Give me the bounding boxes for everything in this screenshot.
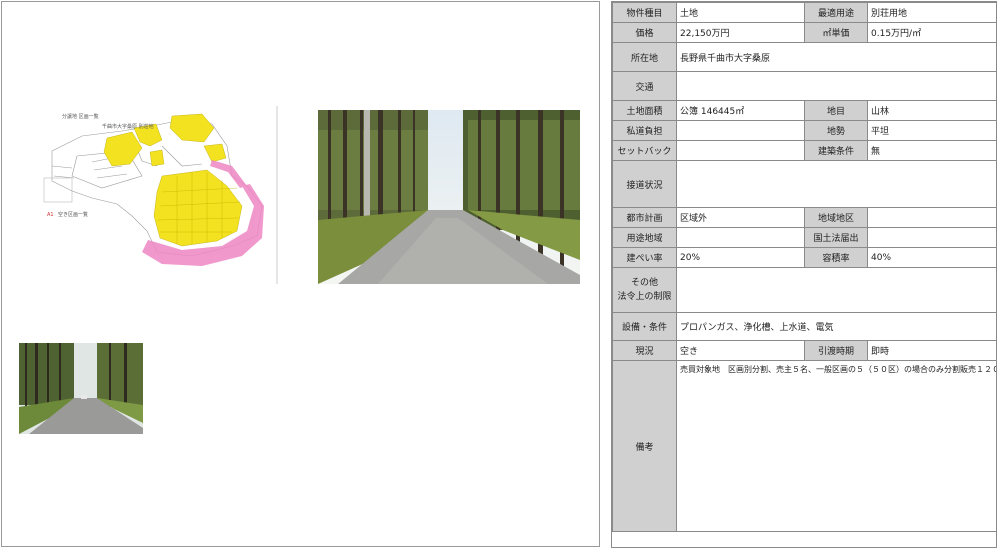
unit-price-value: 0.15万円/㎡	[867, 22, 997, 43]
svg-text:千曲市大字桑原 別荘地: 千曲市大字桑原 別荘地	[102, 123, 154, 130]
district-value	[867, 207, 997, 228]
handover-label: 引渡時期	[804, 340, 868, 361]
remarks-value: 売買対象地 区画別分割、売主５名、一般区画の５（５０区）の場合のみ分割販売１２０…	[676, 360, 997, 532]
price-value: 22,150万円	[676, 22, 805, 43]
private-road-label: 私道負担	[612, 120, 677, 141]
coverage-value: 20%	[676, 247, 805, 268]
use-zone-value	[676, 227, 805, 248]
best-use-label: 最適用途	[804, 2, 868, 23]
floor-ratio-value: 40%	[867, 247, 997, 268]
property-spec-table: 物件種目 土地 最適用途 別荘用地 価格 22,150万円 ㎡単価 0.15万円…	[612, 2, 997, 532]
district-label: 地域地区	[804, 207, 868, 228]
other-restrictions-label-line2: 法令上の制限	[617, 292, 672, 302]
facilities-label: 設備・条件	[612, 312, 677, 341]
location-label: 所在地	[612, 42, 677, 72]
svg-text:分譲地 区画一覧: 分譲地 区画一覧	[62, 113, 99, 120]
setback-label: セットバック	[612, 140, 677, 161]
unit-price-label: ㎡単価	[804, 22, 868, 43]
remarks-label: 備考	[612, 360, 677, 532]
svg-text:A1: A1	[47, 212, 54, 218]
use-zone-label: 用途地域	[612, 227, 677, 248]
property-type-label: 物件種目	[612, 2, 677, 23]
land-law-label: 国土法届出	[804, 227, 868, 248]
price-label: 価格	[612, 22, 677, 43]
location-value: 長野県千曲市大字桑原	[676, 42, 997, 72]
terrain-value: 平坦	[867, 120, 997, 141]
land-law-value	[867, 227, 997, 248]
building-condition-value: 無	[867, 140, 997, 161]
photo-panel: 分譲地 区画一覧 千曲市大字桑原 別荘地 A1 空き区画一覧	[1, 1, 600, 547]
current-status-value: 空き	[676, 340, 805, 361]
setback-value	[676, 140, 805, 161]
current-status-label: 現況	[612, 340, 677, 361]
other-restrictions-label: その他 法令上の制限	[612, 267, 677, 313]
other-restrictions-label-line1: その他	[630, 278, 658, 288]
building-condition-label: 建築条件	[804, 140, 868, 161]
city-plan-value: 区域外	[676, 207, 805, 228]
other-restrictions-value	[676, 267, 997, 313]
best-use-value: 別荘用地	[867, 2, 997, 23]
road-status-value	[676, 160, 997, 208]
transport-label: 交通	[612, 71, 677, 101]
city-plan-label: 都市計画	[612, 207, 677, 228]
transport-value	[676, 71, 997, 101]
land-category-value: 山林	[867, 100, 997, 121]
property-type-value: 土地	[676, 2, 805, 23]
terrain-label: 地勢	[804, 120, 868, 141]
road-status-label: 接道状況	[612, 160, 677, 208]
coverage-label: 建ぺい率	[612, 247, 677, 268]
land-area-label: 土地面積	[612, 100, 677, 121]
svg-text:空き区画一覧: 空き区画一覧	[58, 211, 88, 218]
site-map-image: 分譲地 区画一覧 千曲市大字桑原 別荘地 A1 空き区画一覧	[32, 106, 282, 284]
private-road-value	[676, 120, 805, 141]
road-photo-small	[19, 343, 143, 434]
handover-value: 即時	[867, 340, 997, 361]
road-photo-large	[318, 110, 580, 284]
property-spec-panel: 物件種目 土地 最適用途 別荘用地 価格 22,150万円 ㎡単価 0.15万円…	[611, 1, 997, 548]
floor-ratio-label: 容積率	[804, 247, 868, 268]
land-area-value: 公簿 146445㎡	[676, 100, 805, 121]
land-category-label: 地目	[804, 100, 868, 121]
facilities-value: プロパンガス、浄化槽、上水道、電気	[676, 312, 997, 341]
